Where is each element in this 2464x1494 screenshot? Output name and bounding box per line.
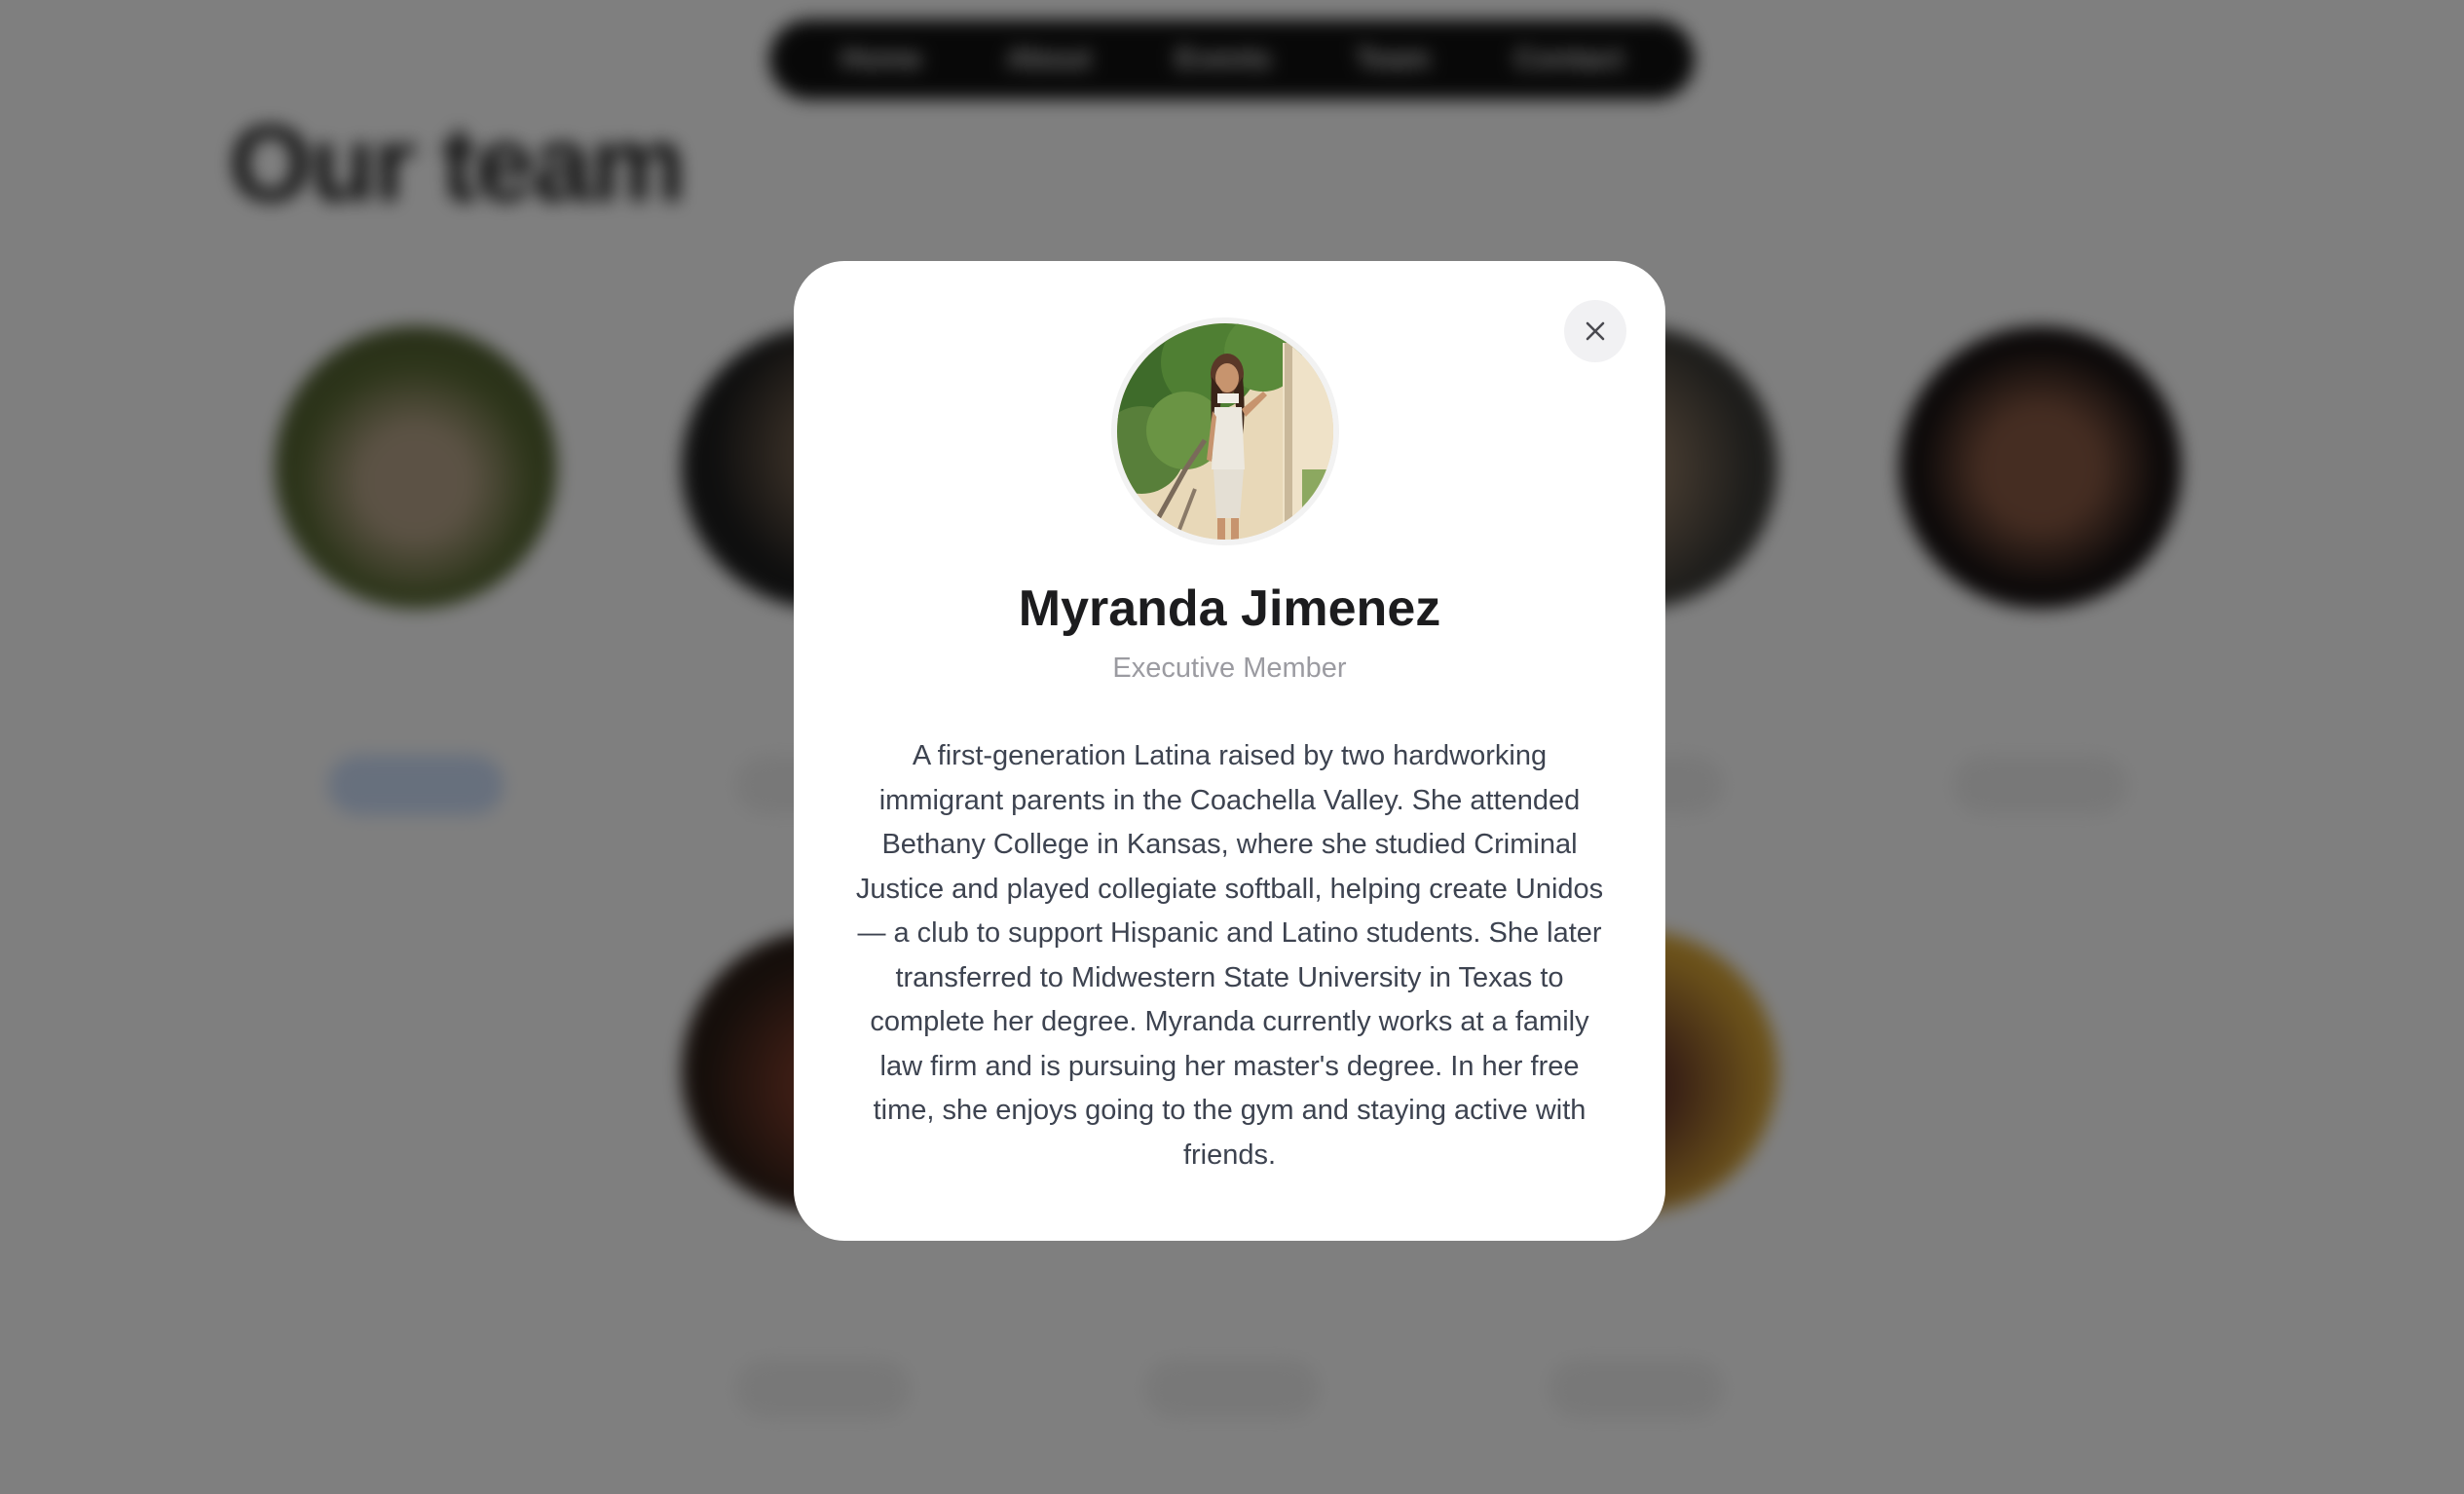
close-icon — [1586, 321, 1605, 341]
member-photo — [1117, 323, 1333, 540]
member-name: Myranda Jimenez — [1018, 580, 1441, 637]
member-bio: A first-generation Latina raised by two … — [855, 740, 1604, 1171]
avatar — [1117, 323, 1333, 540]
member-avatar-frame — [1111, 317, 1339, 545]
member-role: Executive Member — [1112, 653, 1347, 684]
close-button[interactable] — [1564, 300, 1626, 362]
member-detail-modal: Myranda Jimenez Executive Member A first… — [794, 261, 1665, 1241]
